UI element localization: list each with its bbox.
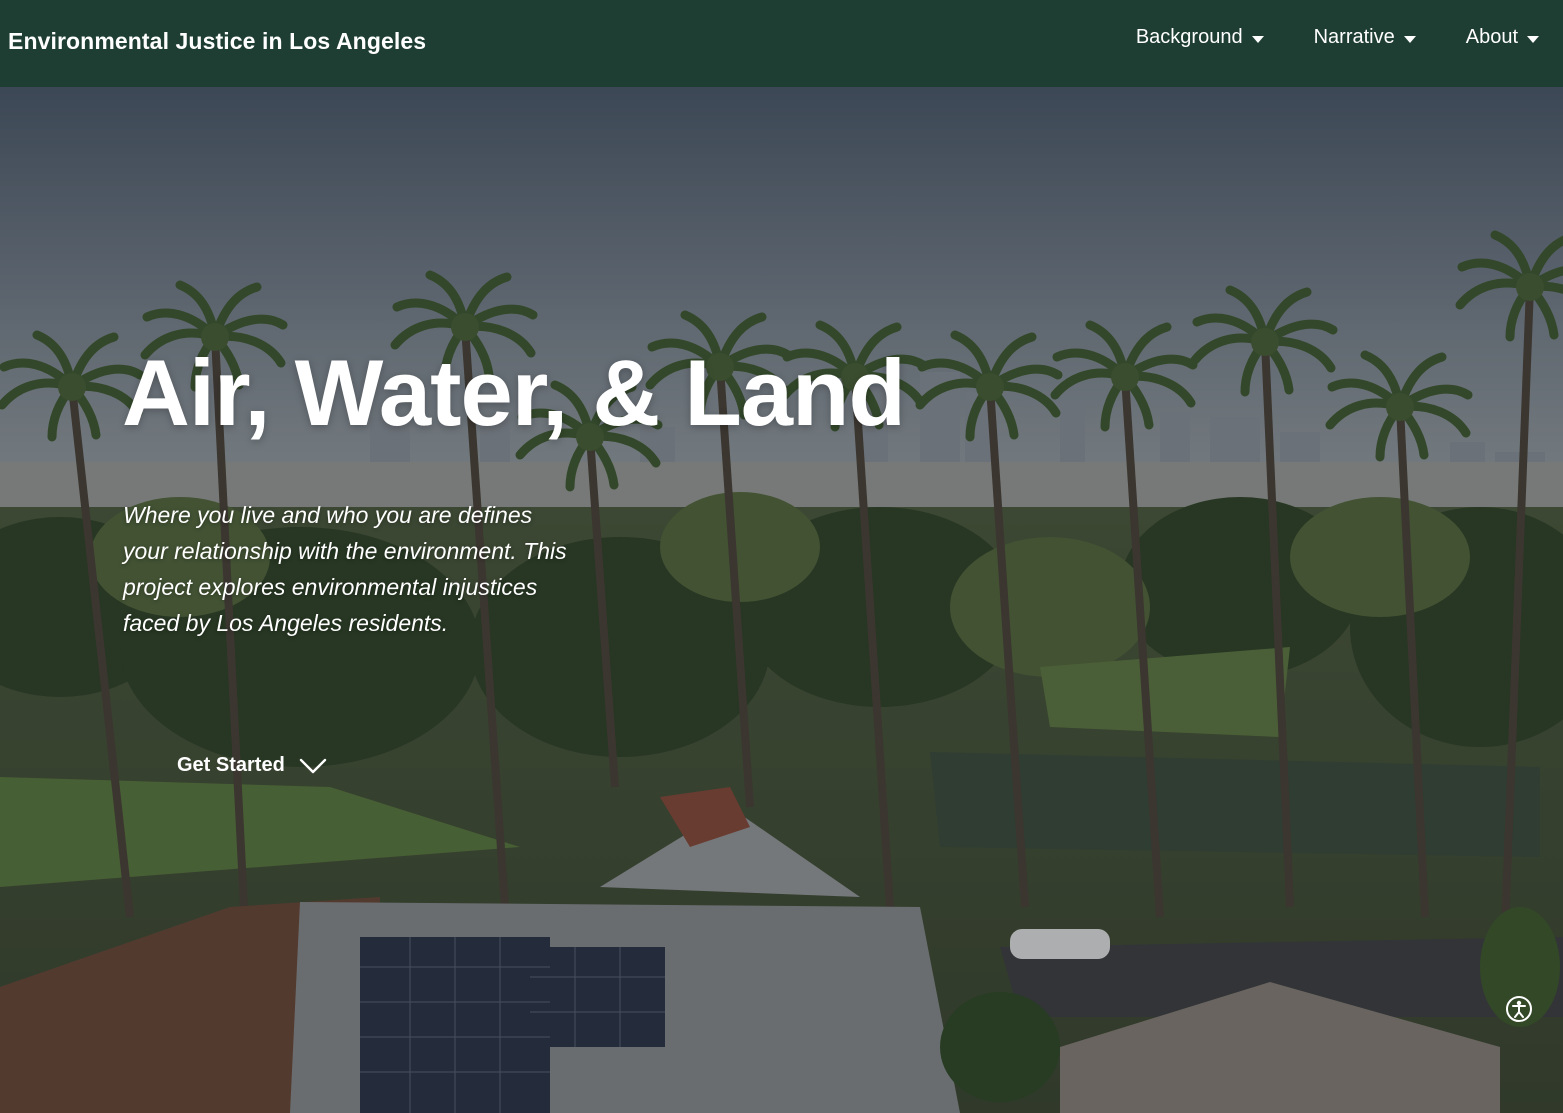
nav-narrative-dropdown[interactable]: Narrative (1314, 26, 1416, 49)
page: Environmental Justice in Los Angeles Bac… (0, 0, 1563, 1113)
nav-background-dropdown[interactable]: Background (1136, 26, 1264, 49)
get-started-button[interactable]: Get Started (177, 754, 327, 777)
hero-section: Air, Water, & Land Where you live and wh… (0, 87, 1563, 1113)
caret-down-icon (1251, 35, 1264, 43)
get-started-label: Get Started (177, 754, 285, 776)
hero-description: Where you live and who you are defines y… (123, 502, 567, 636)
site-title[interactable]: Environmental Justice in Los Angeles (8, 28, 426, 55)
nav-about-dropdown[interactable]: About (1466, 26, 1539, 49)
hero-title: Air, Water, & Land (122, 340, 906, 445)
top-navbar: Environmental Justice in Los Angeles Bac… (0, 0, 1563, 87)
nav-about-label: About (1465, 26, 1518, 48)
nav-narrative-label: Narrative (1313, 26, 1395, 48)
nav-background-label: Background (1135, 26, 1243, 48)
caret-down-icon (1527, 35, 1539, 43)
accessibility-icon[interactable] (1505, 995, 1533, 1023)
caret-down-icon (1403, 35, 1416, 43)
chevron-down-icon (299, 758, 327, 773)
main-nav: Background Narrative About (1136, 26, 1539, 49)
